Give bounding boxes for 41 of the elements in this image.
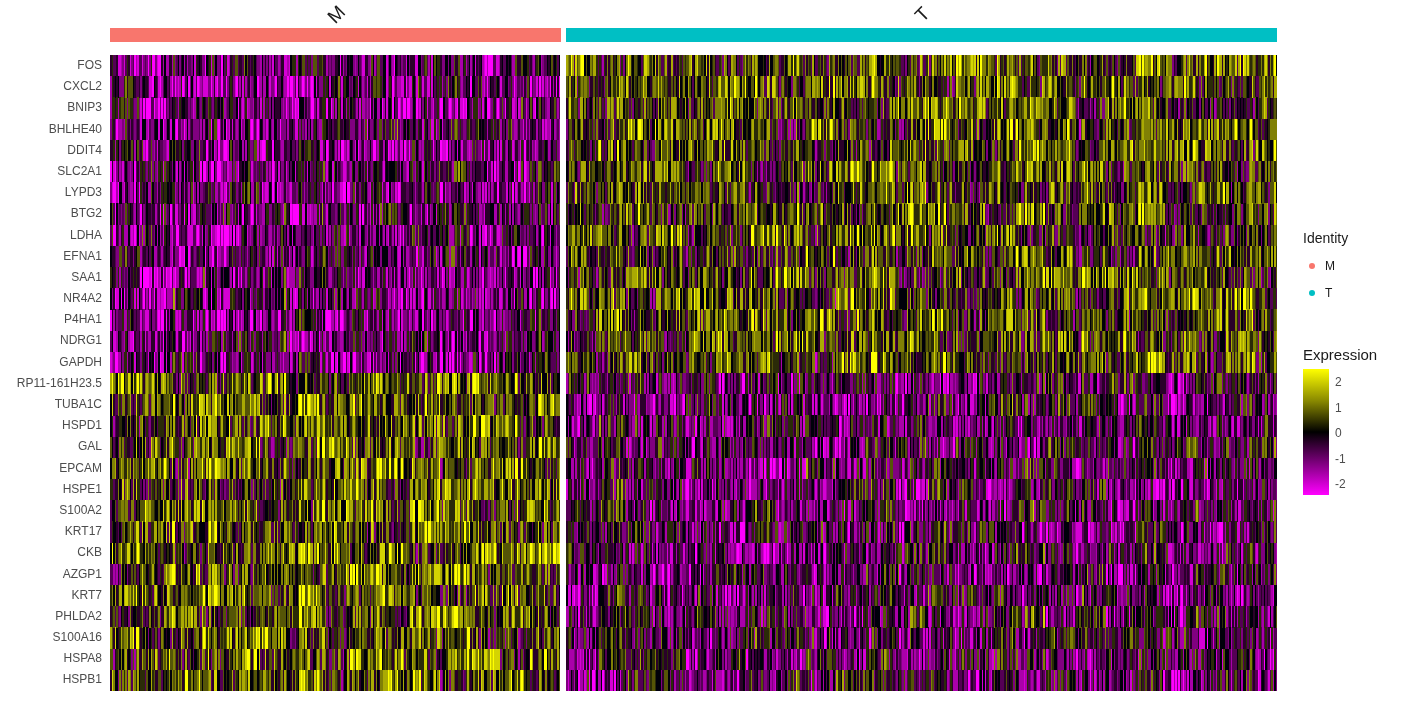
gene-label: LDHA xyxy=(70,226,102,244)
gene-label: S100A2 xyxy=(59,501,102,519)
legend-label: T xyxy=(1325,285,1333,300)
gene-label: S100A16 xyxy=(52,629,102,647)
colorbar-tick-label: 2 xyxy=(1335,375,1343,391)
gene-label: HSPB1 xyxy=(62,671,102,689)
gene-label: HSPA8 xyxy=(63,650,102,668)
gene-label: GAPDH xyxy=(59,353,102,371)
gene-label: CKB xyxy=(77,544,102,562)
gene-label: NDRG1 xyxy=(60,332,102,350)
group-label: T xyxy=(909,1,935,28)
gene-label: P4HA1 xyxy=(63,311,102,329)
gene-label: HSPD1 xyxy=(62,417,102,435)
gene-label: CXCL2 xyxy=(63,78,102,96)
legend-title: Identity xyxy=(1303,230,1350,246)
legend-title: Expression xyxy=(1303,346,1378,363)
gene-label: BTG2 xyxy=(70,205,102,223)
colorbar-tick-label: 0 xyxy=(1335,426,1343,442)
gene-label: EPCAM xyxy=(59,459,102,477)
gene-label: BHLHE40 xyxy=(48,120,102,138)
colorbar-tick-label: 1 xyxy=(1335,400,1343,417)
gene-label: FOS xyxy=(77,57,102,74)
gene-label: DDIT4 xyxy=(67,141,102,159)
gene-label: KRT17 xyxy=(64,523,102,541)
gene-label: SAA1 xyxy=(71,268,102,286)
gene-label: BNIP3 xyxy=(67,99,102,117)
gene-label: TUBA1C xyxy=(54,396,102,413)
gene-label: AZGP1 xyxy=(62,565,102,583)
gene-label: SLC2A1 xyxy=(57,162,102,180)
colorbar-tick-label: -2 xyxy=(1335,477,1346,493)
gene-label: KRT7 xyxy=(71,586,102,604)
gene-label: PHLDA2 xyxy=(55,607,102,625)
gene-label: LYPD3 xyxy=(64,184,102,202)
group-label: M xyxy=(321,0,350,30)
legend-label: M xyxy=(1325,258,1335,273)
gene-label: HSPE1 xyxy=(62,480,102,498)
gene-label: RP11-161H23.5 xyxy=(16,374,102,392)
gene-label: NR4A2 xyxy=(63,290,102,308)
colorbar-tick-label: -1 xyxy=(1335,451,1346,468)
gene-label: GAL xyxy=(78,438,102,456)
gene-label: EFNA1 xyxy=(63,247,102,265)
